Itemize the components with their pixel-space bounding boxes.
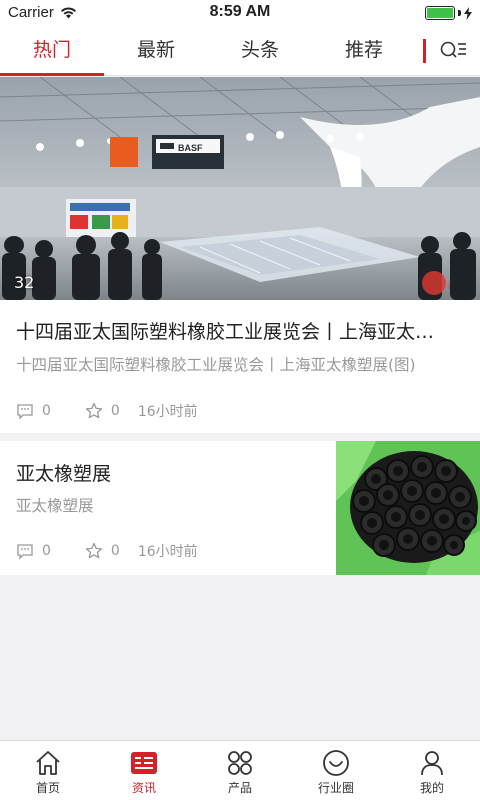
comment-icon[interactable] bbox=[16, 402, 34, 420]
svg-text:i: i bbox=[448, 281, 450, 292]
article-subtitle: 十四届亚太国际塑料橡胶工业展览会丨上海亚太橡塑展(图) bbox=[16, 356, 416, 374]
favorite-count: 0 bbox=[110, 403, 120, 419]
news-card-large[interactable]: BASF i 32 十四届亚太国际塑料橡胶工业展览会丨上海亚太… 十四届亚太国际… bbox=[0, 77, 480, 433]
nav-label: 产品 bbox=[227, 781, 252, 795]
category-tab-bar: 热门 最新 头条 推荐 bbox=[0, 26, 480, 76]
tab-divider bbox=[423, 39, 426, 63]
article-title[interactable]: 十四届亚太国际塑料橡胶工业展览会丨上海亚太… bbox=[16, 317, 464, 344]
home-icon bbox=[36, 751, 60, 775]
nav-label: 我的 bbox=[419, 781, 444, 795]
status-time: 8:59 AM bbox=[209, 3, 271, 20]
article-subtitle: 亚太橡塑展 bbox=[16, 497, 94, 515]
tab-label: 推荐 bbox=[344, 39, 383, 61]
grid-icon bbox=[228, 751, 252, 775]
tab-recommended[interactable]: 推荐 bbox=[312, 26, 416, 76]
tab-label: 头条 bbox=[240, 39, 279, 61]
news-icon bbox=[131, 752, 157, 774]
tab-hot[interactable]: 热门 bbox=[0, 26, 104, 76]
nav-news[interactable]: 资讯 bbox=[96, 741, 192, 800]
comment-count: 0 bbox=[42, 403, 51, 419]
bottom-navigation: 首页 资讯 产品 行业圈 我的 bbox=[0, 740, 480, 800]
news-card-small[interactable]: 亚太橡塑展 亚太橡塑展 0 0 16小时前 bbox=[0, 441, 480, 575]
publish-time: 16小时前 bbox=[137, 404, 198, 420]
star-icon[interactable] bbox=[85, 402, 103, 420]
active-tab-indicator bbox=[0, 73, 104, 76]
nav-products[interactable]: 产品 bbox=[192, 741, 288, 800]
nav-label: 资讯 bbox=[131, 781, 156, 795]
comment-icon[interactable] bbox=[16, 542, 34, 560]
rubber-tubes-thumbnail bbox=[336, 441, 480, 575]
star-icon[interactable] bbox=[85, 542, 103, 560]
battery-icon bbox=[425, 6, 472, 20]
nav-label: 行业圈 bbox=[317, 781, 354, 795]
article-title[interactable]: 亚太橡塑展 bbox=[16, 459, 111, 486]
tab-label: 热门 bbox=[32, 39, 71, 61]
comment-count: 0 bbox=[42, 543, 51, 559]
nav-industry-circle[interactable]: 行业圈 bbox=[288, 741, 384, 800]
smile-icon bbox=[323, 750, 349, 776]
article-meta: 0 0 16小时前 bbox=[16, 401, 198, 421]
nav-label: 首页 bbox=[35, 781, 60, 795]
search-menu-icon[interactable] bbox=[438, 36, 468, 66]
user-icon bbox=[421, 751, 443, 776]
nav-home[interactable]: 首页 bbox=[0, 741, 96, 800]
nav-profile[interactable]: 我的 bbox=[384, 741, 480, 800]
article-meta: 0 0 16小时前 bbox=[16, 541, 198, 561]
publish-time: 16小时前 bbox=[137, 544, 198, 560]
charging-bolt-icon bbox=[464, 6, 472, 20]
exhibition-photo: BASF i 32 bbox=[0, 77, 480, 300]
svg-text:BASF: BASF bbox=[178, 143, 203, 153]
tab-latest[interactable]: 最新 bbox=[104, 26, 208, 76]
tab-headlines[interactable]: 头条 bbox=[208, 26, 312, 76]
tab-label: 最新 bbox=[136, 39, 175, 61]
favorite-count: 0 bbox=[110, 543, 120, 559]
image-count: 32 bbox=[14, 273, 35, 292]
status-bar: Carrier 8:59 AM bbox=[0, 0, 480, 26]
